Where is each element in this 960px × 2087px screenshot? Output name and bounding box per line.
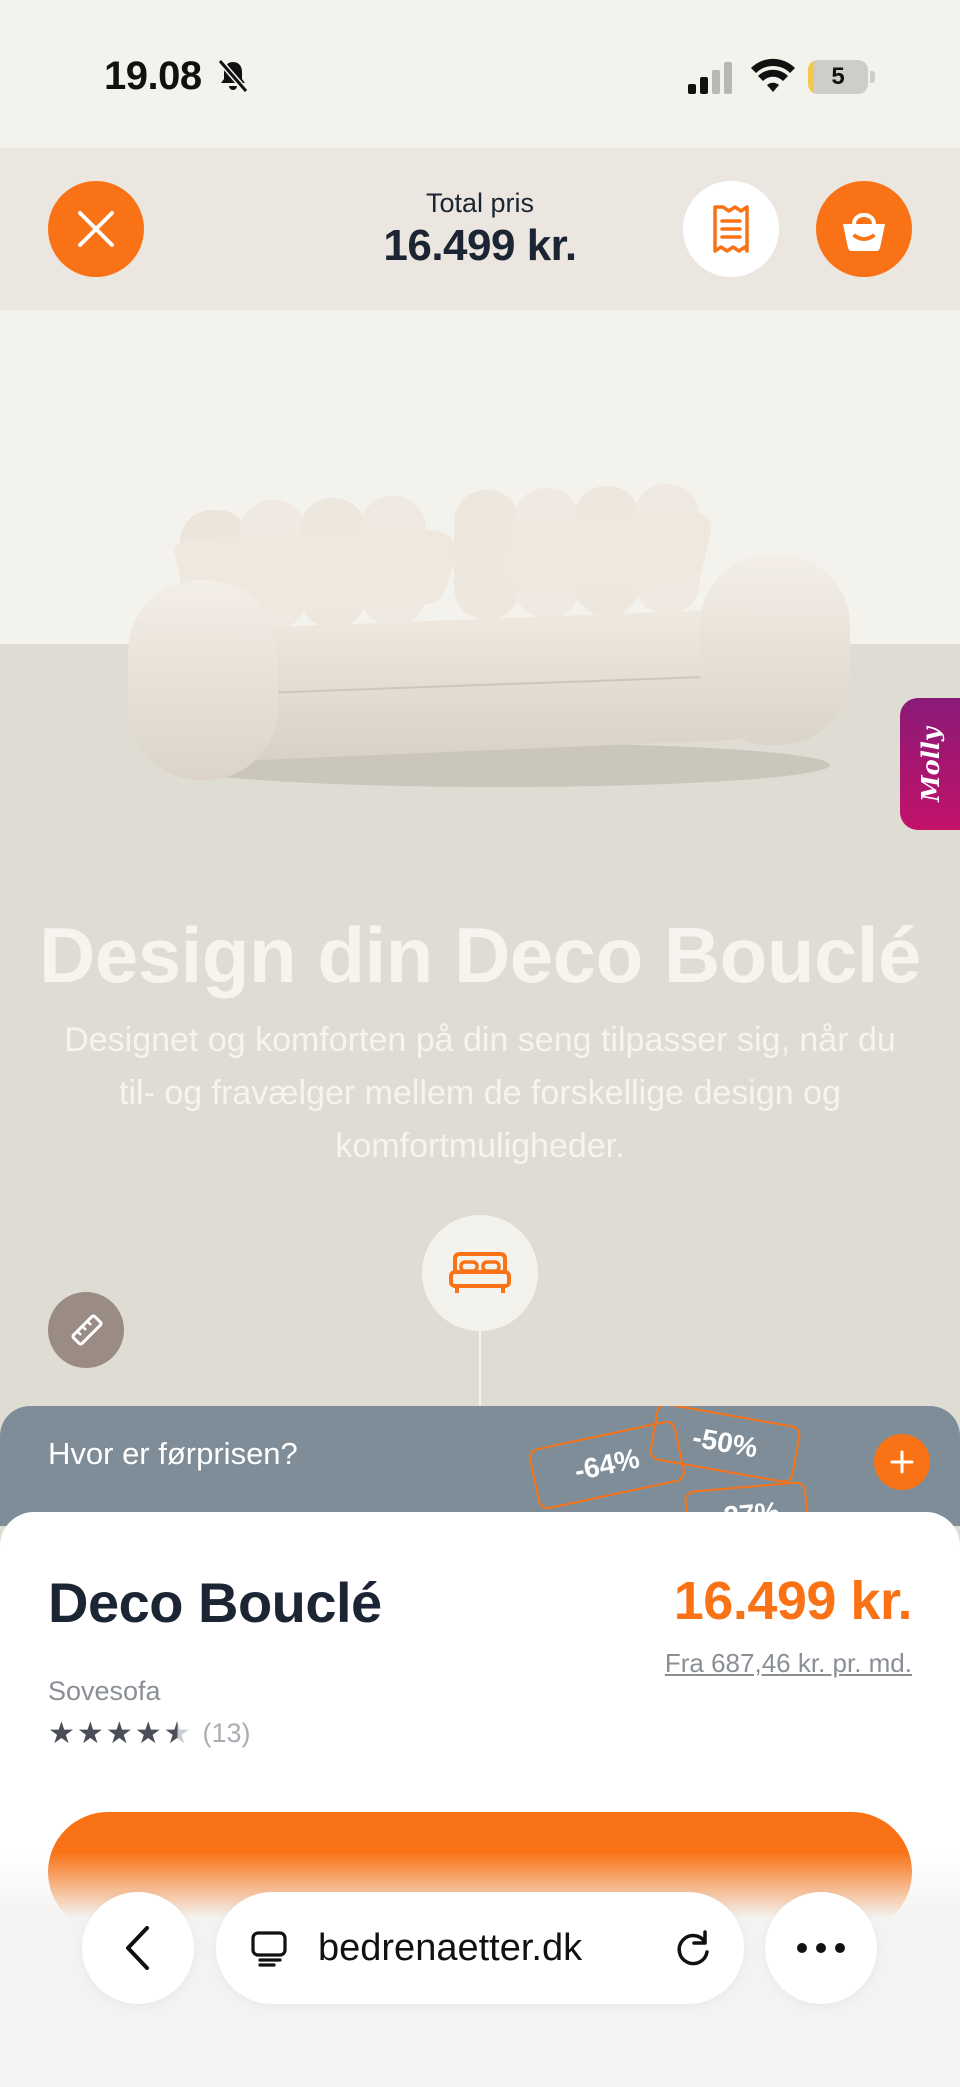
product-price: 16.499 kr.: [673, 1571, 913, 1631]
molly-label: Molly: [915, 726, 945, 802]
bed-icon: [449, 1252, 511, 1293]
url-text: bedrenaetter.dk: [318, 1926, 583, 1969]
star-icon: ★: [48, 1716, 75, 1750]
ruler-icon: [71, 1314, 103, 1346]
signal-icon: [688, 62, 732, 94]
bed-mode-button[interactable]: [422, 1215, 538, 1331]
receipt-icon: [713, 205, 749, 253]
installment-link[interactable]: Fra 687,46 kr. pr. md.: [665, 1648, 912, 1679]
half-star-icon: ★: [163, 1716, 191, 1750]
rating-count: (13): [202, 1718, 251, 1748]
total-price-block: Total pris 16.499 kr.: [330, 188, 630, 271]
close-icon: [78, 211, 114, 247]
molly-chat-tab[interactable]: Molly: [900, 698, 960, 830]
wifi-icon: [751, 58, 795, 92]
basket-button[interactable]: [816, 181, 912, 277]
hero-title: Design din Deco Bouclé: [39, 911, 921, 999]
star-icon: ★: [105, 1716, 133, 1750]
hero-subtitle: Designet og komforten på din seng tilpas…: [64, 1021, 896, 1165]
product-hero: Molly Design din Deco Bouclé Designet og…: [0, 310, 960, 1406]
plus-icon: [890, 1450, 914, 1474]
previous-price-question: Hvor er førprisen?: [48, 1436, 298, 1471]
more-button[interactable]: [765, 1892, 877, 2004]
reload-icon[interactable]: [672, 1926, 714, 1970]
back-button[interactable]: [82, 1892, 194, 2004]
total-label: Total pris: [425, 188, 535, 218]
star-icon: ★: [76, 1716, 104, 1750]
product-category: Sovesofa: [48, 1676, 161, 1706]
sofa-image: [128, 484, 850, 787]
star-icon: ★: [134, 1716, 162, 1750]
product-name: Deco Bouclé: [48, 1571, 382, 1634]
battery-indicator: 5: [808, 60, 875, 94]
more-icon: [797, 1943, 845, 1953]
tabs-icon: [251, 1931, 287, 1967]
browser-toolbar: bedrenaetter.dk: [0, 1852, 960, 2087]
battery-level: 5: [831, 63, 845, 90]
bell-slash-icon: [217, 59, 249, 93]
total-price: 16.499 kr.: [383, 221, 577, 270]
chevron-left-icon: [126, 1926, 149, 1970]
rating[interactable]: ★ ★ ★ ★ ★ (13): [48, 1718, 251, 1749]
receipt-button[interactable]: [683, 181, 779, 277]
address-bar[interactable]: bedrenaetter.dk: [216, 1892, 744, 2004]
previous-price-banner[interactable]: Hvor er førprisen? -64% -50% -27%: [0, 1406, 960, 1526]
expand-previous-price-button[interactable]: [874, 1434, 930, 1490]
dimensions-button[interactable]: [48, 1292, 124, 1368]
status-bar: 19.08 5: [0, 0, 960, 148]
close-button[interactable]: [48, 181, 144, 277]
status-time: 19.08: [104, 54, 202, 98]
basket-icon: [843, 213, 885, 251]
configurator-header: Total pris 16.499 kr.: [0, 148, 960, 310]
